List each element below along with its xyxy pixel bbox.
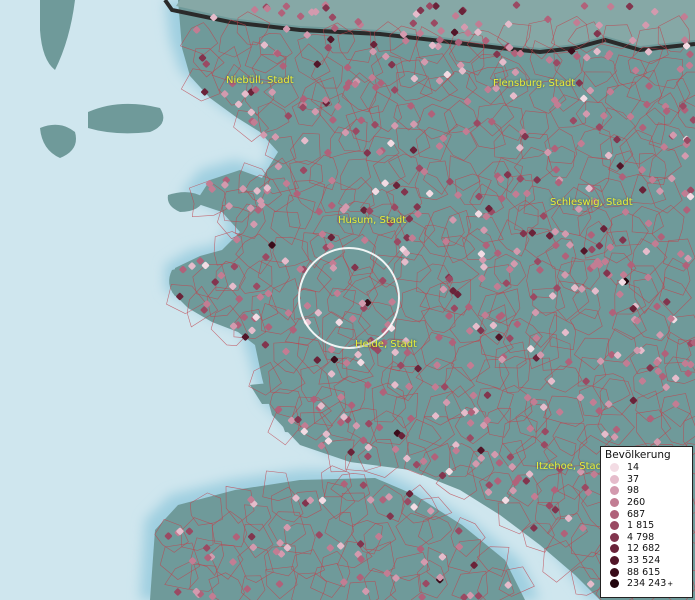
city-label-schleswig: Schleswig, Stadt xyxy=(550,197,633,208)
legend-row: 98 xyxy=(605,485,688,497)
legend-swatch xyxy=(610,579,619,589)
city-label-niebull: Niebüll, Stadt xyxy=(226,75,294,86)
legend-row: 33 524 xyxy=(605,555,688,567)
legend-row: 1 815 xyxy=(605,520,688,532)
legend-label: 14 xyxy=(627,462,640,474)
city-label-flensburg: Flensburg, Stadt xyxy=(493,78,576,89)
legend-row: 234 243 + xyxy=(605,578,688,590)
map-canvas[interactable] xyxy=(0,0,695,600)
city-label-heide: Heide, Stadt xyxy=(355,339,417,350)
legend-swatch xyxy=(610,521,619,531)
legend-rows: 14 37 98 260 687 1 815 4 798 12 682 33 524 88 615… xyxy=(605,462,688,590)
population-legend: Bevölkerung 14 37 98 260 687 1 815 4 798 12 682… xyxy=(600,446,693,598)
legend-swatch xyxy=(610,567,619,577)
city-label-husum: Husum, Stadt xyxy=(338,215,407,226)
legend-label: 37 xyxy=(627,473,640,485)
legend-label: 1 815 xyxy=(627,520,655,532)
legend-swatch xyxy=(610,498,619,508)
legend-swatch xyxy=(610,463,619,473)
legend-row: 12 682 xyxy=(605,543,688,555)
legend-title: Bevölkerung xyxy=(605,449,671,461)
legend-row: 37 xyxy=(605,474,688,486)
city-label-itzehoe: Itzehoe, Stadt xyxy=(536,461,606,472)
legend-swatch xyxy=(610,532,619,542)
legend-label: 234 243 xyxy=(627,578,667,590)
legend-swatch xyxy=(610,474,619,484)
legend-row: 260 xyxy=(605,497,688,509)
legend-label: 687 xyxy=(627,508,646,520)
legend-swatch xyxy=(610,556,619,566)
legend-label: 98 xyxy=(627,485,640,497)
legend-swatch xyxy=(610,486,619,496)
legend-label: 4 798 xyxy=(627,531,655,543)
legend-swatch xyxy=(610,509,619,519)
legend-row: 88 615 xyxy=(605,566,688,578)
legend-label: 260 xyxy=(627,497,646,509)
legend-label: 88 615 xyxy=(627,566,661,578)
legend-label: 33 524 xyxy=(627,555,661,567)
legend-label: 12 682 xyxy=(627,543,661,555)
legend-row: 4 798 xyxy=(605,532,688,544)
legend-label-suffix: + xyxy=(667,579,674,588)
legend-row: 14 xyxy=(605,462,688,474)
legend-row: 687 xyxy=(605,508,688,520)
legend-swatch xyxy=(610,544,619,554)
